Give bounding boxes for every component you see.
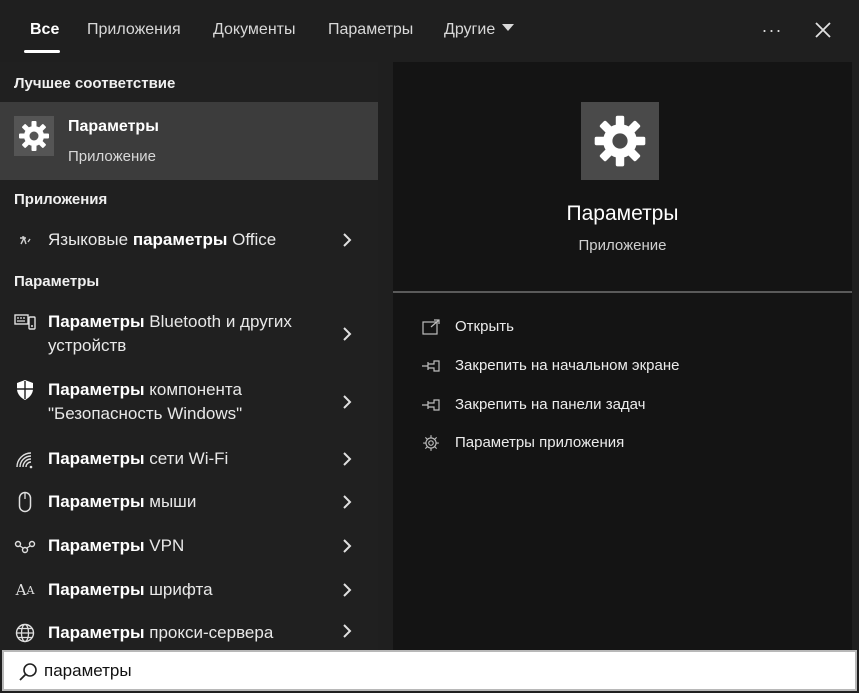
list-item-windows-security[interactable]: Параметры компонента "Безопасность Windo…	[0, 378, 378, 430]
settings-app-large-icon	[581, 102, 659, 180]
language-icon	[14, 230, 36, 252]
chevron-right-icon[interactable]	[338, 231, 356, 249]
search-bar	[2, 650, 857, 691]
close-button[interactable]	[807, 14, 839, 46]
list-item-vpn[interactable]: Параметры VPN	[0, 533, 378, 561]
search-input[interactable]	[44, 658, 744, 684]
tab-apps[interactable]: Приложения	[87, 20, 181, 40]
active-tab-indicator	[24, 50, 60, 53]
list-item-label: Языковые параметры Office	[48, 230, 277, 249]
results-list: Лучшее соответствие Параметры Приложение…	[0, 62, 378, 650]
chevron-right-icon[interactable]	[338, 622, 356, 640]
action-label: Открыть	[455, 318, 514, 335]
chevron-right-icon[interactable]	[338, 537, 356, 555]
list-item-label: Параметры компонента "Безопасность Windo…	[48, 380, 243, 423]
shield-icon	[14, 379, 36, 401]
list-item-label: Параметры прокси-сервера	[48, 623, 274, 642]
list-item-label: Параметры сети Wi-Fi	[48, 449, 229, 468]
more-options-button[interactable]: ···	[756, 14, 788, 46]
action-label: Закрепить на панели задач	[455, 396, 646, 413]
action-pin-taskbar[interactable]: Закрепить на панели задач	[421, 391, 841, 419]
action-label: Закрепить на начальном экране	[455, 357, 680, 374]
details-pane: Параметры Приложение Открыть Закрепить н…	[393, 62, 852, 650]
tab-all[interactable]: Все	[30, 20, 59, 40]
list-item-font[interactable]: AA Параметры шрифта	[0, 577, 378, 605]
action-label: Параметры приложения	[455, 434, 625, 451]
list-item-label: Параметры Bluetooth и других устройств	[48, 312, 292, 355]
filter-tab-bar: Все Приложения Документы Параметры Други…	[0, 0, 859, 62]
list-item-office-language[interactable]: Языковые параметры Office	[0, 228, 378, 260]
best-match-name: Параметры	[68, 118, 159, 135]
list-item-label: Параметры шрифта	[48, 580, 213, 599]
mouse-icon	[14, 491, 36, 513]
list-item-label: Параметры VPN	[48, 536, 185, 555]
chevron-right-icon[interactable]	[338, 581, 356, 599]
best-match-heading: Лучшее соответствие	[14, 75, 176, 92]
action-app-settings[interactable]: Параметры приложения	[421, 429, 841, 457]
best-match-item[interactable]: Параметры Приложение	[0, 102, 378, 180]
chevron-right-icon[interactable]	[338, 493, 356, 511]
font-icon: AA	[15, 581, 35, 599]
vpn-icon	[14, 536, 36, 558]
tab-settings[interactable]: Параметры	[328, 20, 413, 40]
tab-documents[interactable]: Документы	[213, 20, 295, 40]
best-match-type: Приложение	[68, 148, 156, 165]
close-icon	[815, 22, 831, 38]
list-item-label: Параметры мыши	[48, 492, 197, 511]
apps-heading: Приложения	[14, 191, 108, 208]
tab-other[interactable]: Другие	[444, 20, 515, 40]
pin-icon	[421, 356, 441, 376]
list-item-bluetooth[interactable]: Параметры Bluetooth и других устройств	[0, 310, 378, 362]
list-item-wifi[interactable]: Параметры сети Wi-Fi	[0, 446, 378, 474]
details-title: Параметры	[566, 202, 679, 225]
pin-icon	[421, 395, 441, 415]
gear-icon	[19, 121, 49, 151]
gear-icon	[421, 433, 441, 453]
settings-heading: Параметры	[14, 273, 100, 290]
action-open[interactable]: Открыть	[421, 313, 841, 341]
chevron-right-icon[interactable]	[338, 393, 356, 411]
open-icon	[421, 317, 441, 337]
wifi-icon	[14, 449, 36, 471]
chevron-right-icon[interactable]	[338, 325, 356, 343]
settings-app-icon	[14, 116, 54, 156]
list-item-proxy[interactable]: Параметры прокси-сервера	[0, 620, 378, 648]
divider	[393, 291, 852, 293]
gear-icon	[594, 115, 646, 167]
tab-other-label: Другие	[444, 21, 496, 38]
list-item-mouse[interactable]: Параметры мыши	[0, 489, 378, 517]
details-subtitle: Приложение	[578, 237, 667, 254]
chevron-right-icon[interactable]	[338, 450, 356, 468]
action-pin-start[interactable]: Закрепить на начальном экране	[421, 352, 841, 380]
globe-icon	[14, 622, 36, 644]
caret-down-icon	[502, 24, 515, 31]
search-icon	[19, 663, 37, 681]
devices-icon	[14, 312, 36, 334]
